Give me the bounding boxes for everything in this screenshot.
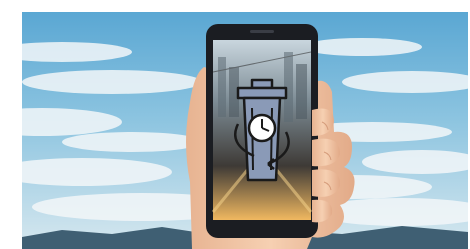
stock-photo — [22, 12, 468, 249]
image-frame — [0, 0, 470, 249]
phone-speaker — [250, 30, 274, 33]
photo-illustration — [22, 12, 468, 249]
